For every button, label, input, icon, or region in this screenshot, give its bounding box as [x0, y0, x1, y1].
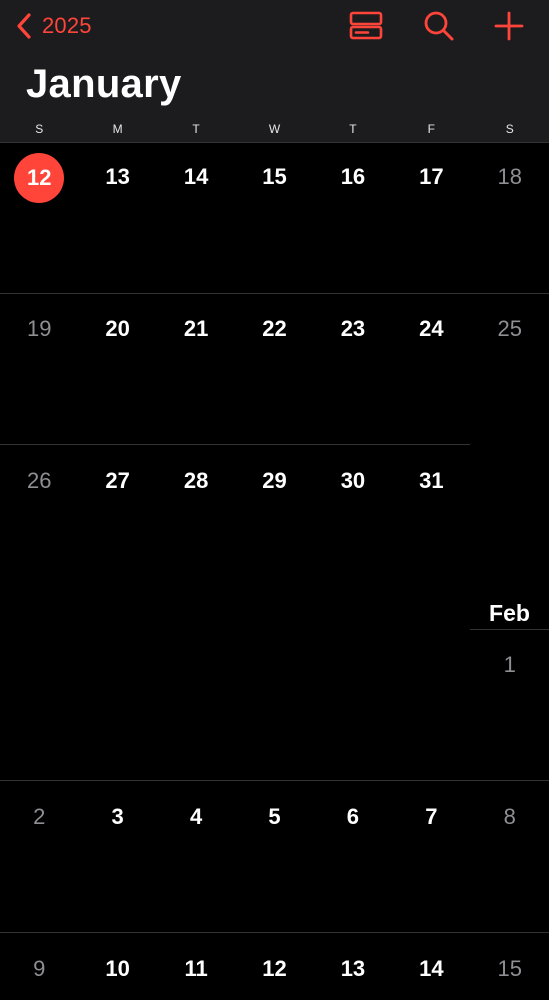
- day-cell[interactable]: 29: [235, 470, 313, 492]
- calendar-header: 2025 January S M T W T F S: [0, 0, 549, 142]
- add-event-button[interactable]: [491, 8, 527, 44]
- day-cell[interactable]: 26: [0, 470, 78, 492]
- week-separator: [0, 780, 549, 781]
- day-cell[interactable]: 18: [471, 166, 549, 188]
- list-view-icon: [349, 11, 383, 40]
- search-icon: [424, 11, 454, 41]
- weekday-label: T: [192, 122, 200, 136]
- next-month-label: Feb: [489, 600, 530, 626]
- day-cell[interactable]: 13: [314, 958, 392, 980]
- week-separator: [0, 142, 549, 143]
- month-separator: [470, 629, 549, 630]
- weekday-label: T: [349, 122, 357, 136]
- back-label: 2025: [42, 13, 92, 38]
- day-cell[interactable]: 15: [235, 166, 313, 188]
- weekday-label: S: [35, 122, 44, 136]
- back-to-year-button[interactable]: 2025: [14, 10, 92, 42]
- day-cell[interactable]: 16: [314, 166, 392, 188]
- weekday-label: W: [268, 122, 281, 136]
- day-cell[interactable]: 9: [0, 958, 78, 980]
- plus-icon: [494, 11, 524, 41]
- weekday-label: S: [505, 122, 514, 136]
- day-cell[interactable]: 23: [314, 318, 392, 340]
- day-cell[interactable]: 24: [392, 318, 470, 340]
- day-cell[interactable]: 13: [78, 166, 156, 188]
- day-cell[interactable]: 28: [157, 470, 235, 492]
- day-cell[interactable]: 4: [157, 806, 235, 828]
- weekday-label: M: [112, 122, 123, 136]
- list-view-button[interactable]: [348, 8, 384, 44]
- day-cell[interactable]: 25: [471, 318, 549, 340]
- week-separator: [0, 444, 470, 445]
- day-cell[interactable]: 19: [0, 318, 78, 340]
- week-separator: [0, 932, 549, 933]
- day-cell[interactable]: 15: [471, 958, 549, 980]
- day-cell[interactable]: 27: [78, 470, 156, 492]
- weekday-header-row: S M T W T F S: [0, 122, 549, 140]
- day-cell[interactable]: 12: [235, 958, 313, 980]
- day-cell[interactable]: 10: [78, 958, 156, 980]
- day-cell[interactable]: 31: [392, 470, 470, 492]
- day-cell[interactable]: 7: [392, 806, 470, 828]
- day-cell[interactable]: 14: [392, 958, 470, 980]
- day-cell[interactable]: 5: [235, 806, 313, 828]
- day-cell[interactable]: 17: [392, 166, 470, 188]
- day-cell[interactable]: 3: [78, 806, 156, 828]
- search-button[interactable]: [421, 8, 457, 44]
- day-cell[interactable]: 30: [314, 470, 392, 492]
- day-cell[interactable]: 14: [157, 166, 235, 188]
- day-cell[interactable]: 11: [157, 958, 235, 980]
- day-cell[interactable]: 6: [314, 806, 392, 828]
- day-cell[interactable]: 1: [471, 654, 549, 676]
- day-cell-today[interactable]: 12: [0, 153, 78, 203]
- today-indicator: 12: [14, 153, 65, 203]
- day-cell[interactable]: 22: [235, 318, 313, 340]
- day-cell[interactable]: 8: [471, 806, 549, 828]
- day-cell[interactable]: 2: [0, 806, 78, 828]
- week-separator: [0, 293, 549, 294]
- day-cell[interactable]: 21: [157, 318, 235, 340]
- day-cell[interactable]: 20: [78, 318, 156, 340]
- weekday-label: F: [427, 122, 435, 136]
- month-title: January: [26, 62, 182, 106]
- chevron-left-icon: [17, 13, 31, 39]
